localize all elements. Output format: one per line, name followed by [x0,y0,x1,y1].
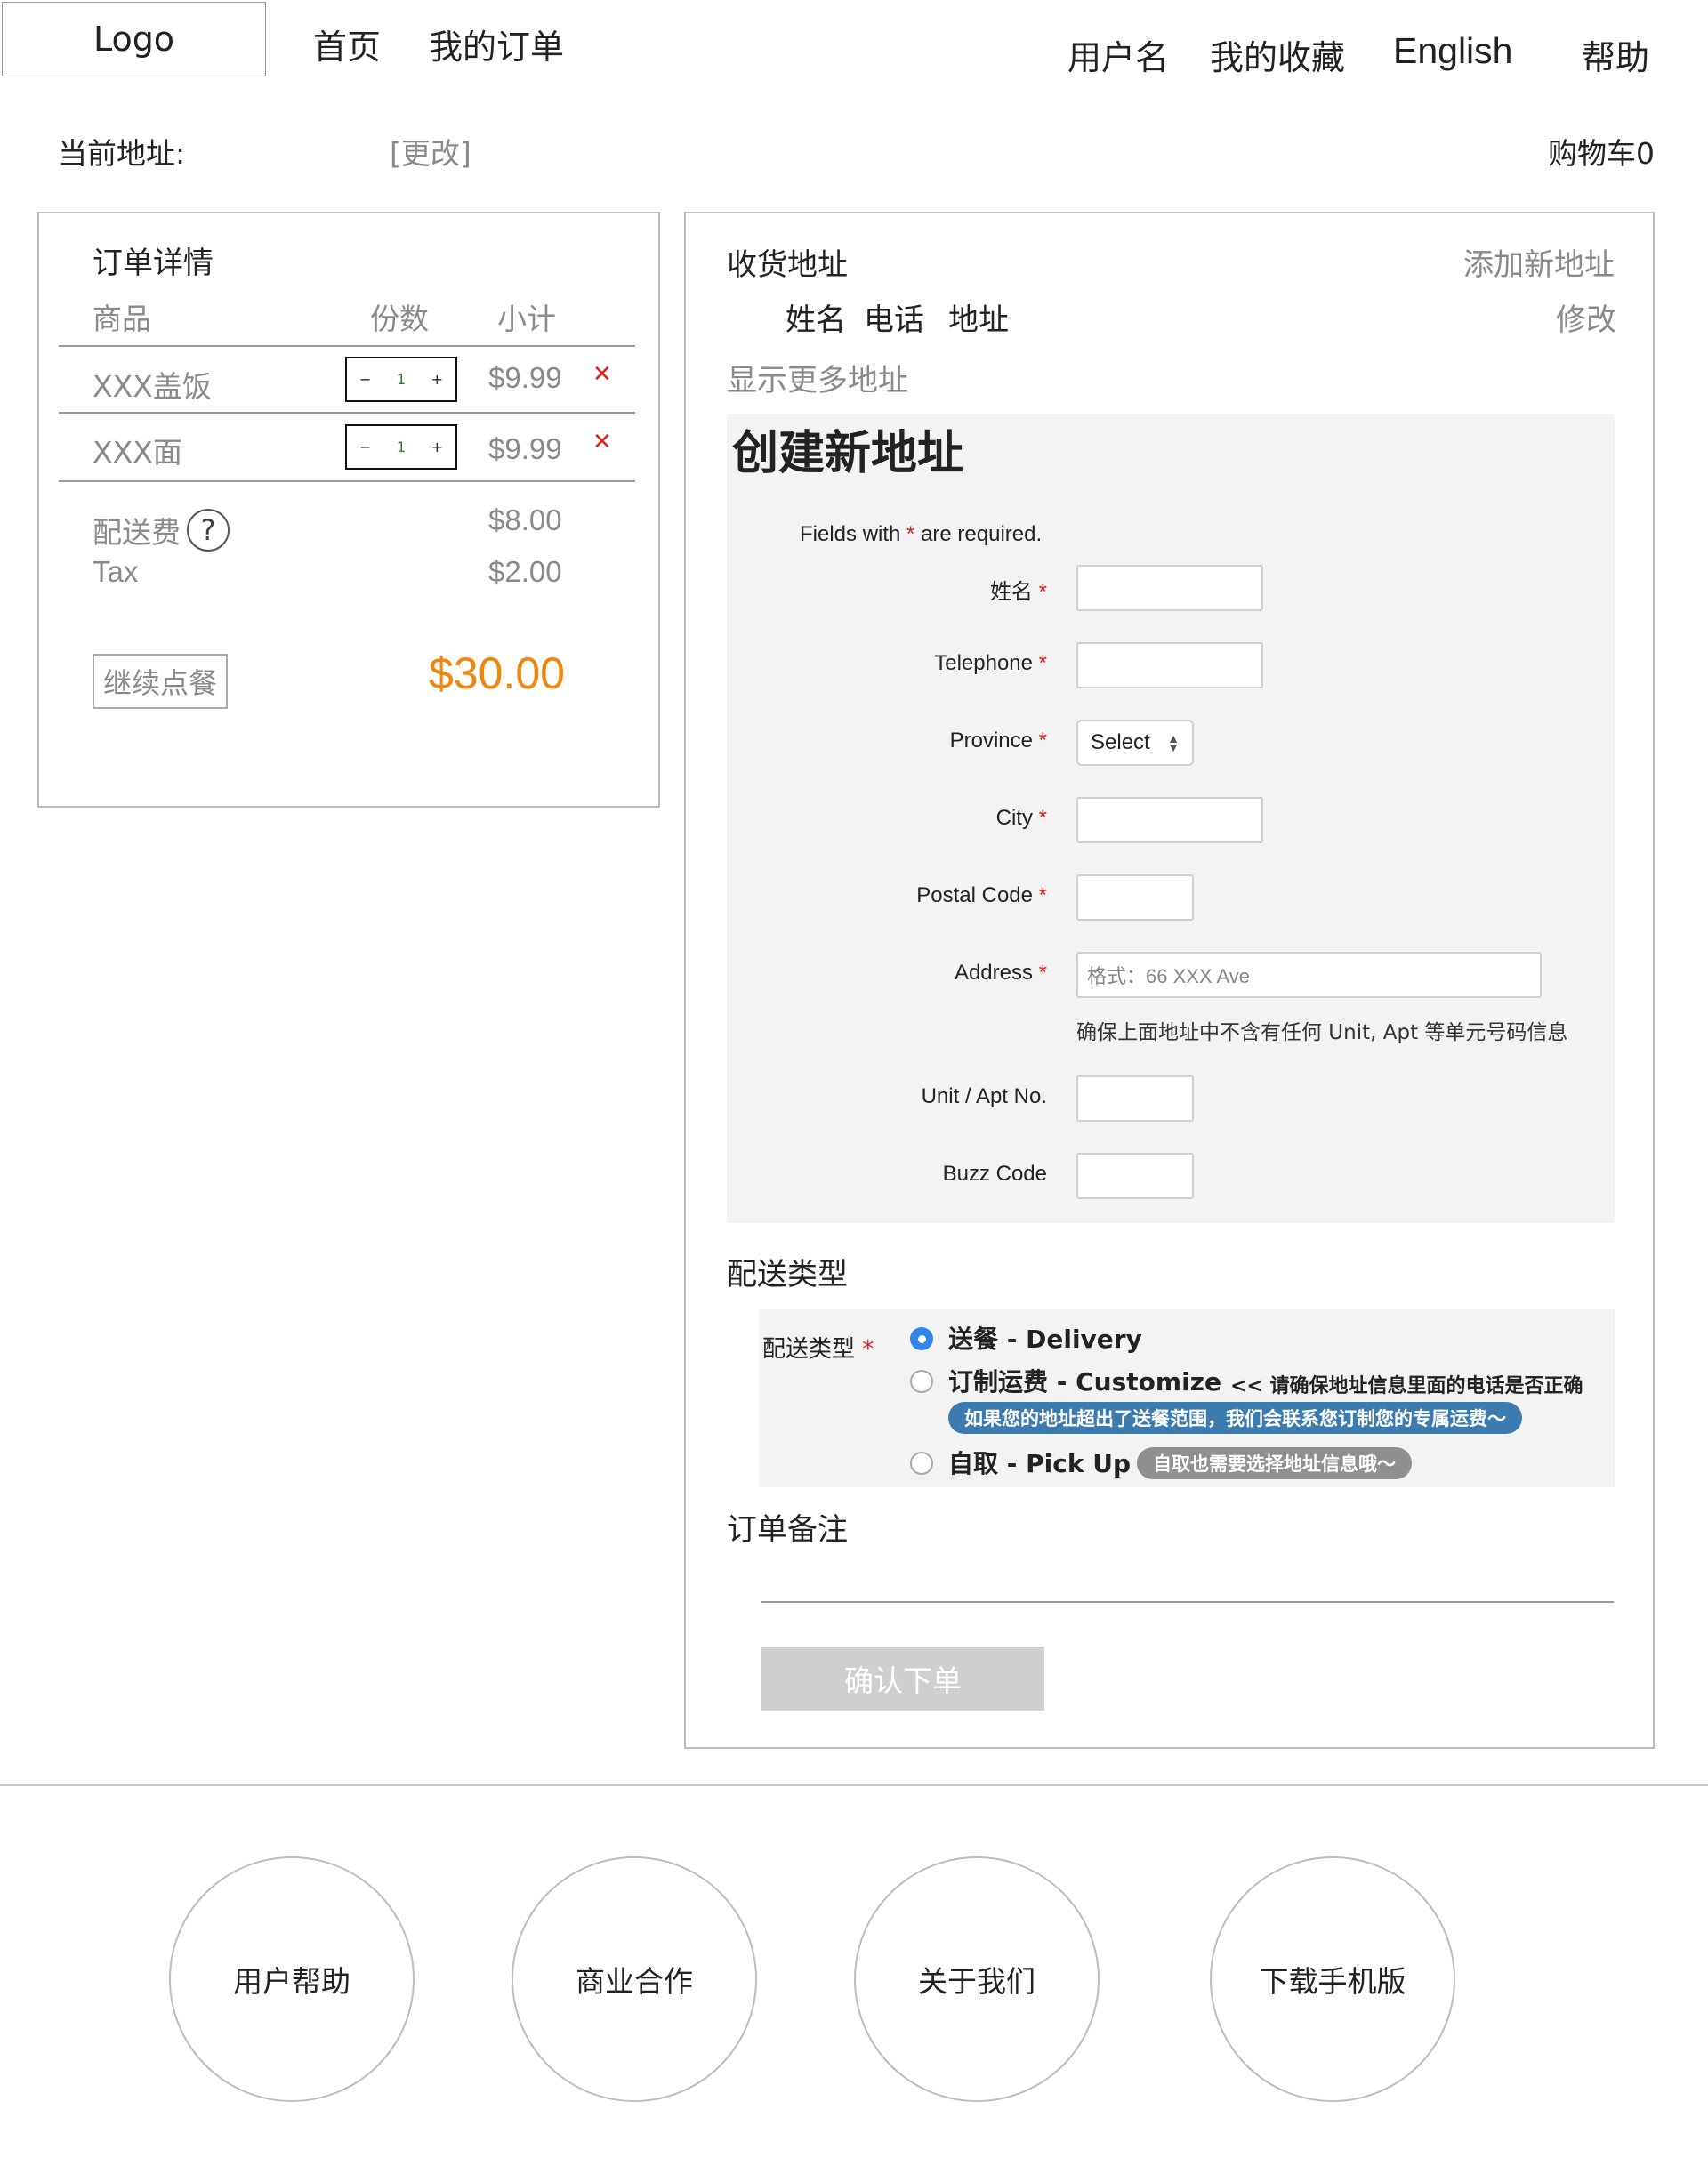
name-field[interactable] [1076,565,1263,611]
item-price: $9.99 [488,361,562,394]
divider [59,345,635,347]
pickup-radio[interactable] [910,1452,933,1475]
col-subtotal: 小计 [497,302,556,336]
item-name: XXX面 [93,435,182,470]
address-label: Address * [954,961,1047,985]
minus-button[interactable]: − [359,439,371,455]
unit-field[interactable] [1076,1075,1194,1122]
nav-favorites[interactable]: 我的收藏 [1210,30,1345,79]
current-address-label: 当前地址: [58,136,186,171]
footer-divider [0,1784,1708,1786]
customize-radio[interactable] [910,1370,933,1393]
order-details-panel: 订单详情 商品 份数 小计 XXX盖饭 − 1 + $9.99 ✕ XXX面 −… [37,212,660,808]
new-address-form: 创建新地址 Fields with * are required. 姓名 * T… [727,414,1615,1223]
remove-item-icon[interactable]: ✕ [592,429,612,455]
customize-info-badge: 如果您的地址超出了送餐范围，我们会联系您订制您的专属运费～ [948,1402,1522,1434]
delivery-radio[interactable] [910,1327,933,1350]
name-label: 姓名 * [989,580,1047,604]
select-arrows-icon: ▲ ▼ [1167,731,1180,754]
delivery-type-title: 配送类型 [727,1257,848,1292]
quantity-stepper[interactable]: − 1 + [345,357,457,402]
nav-language[interactable]: English [1393,30,1512,72]
confirm-order-button[interactable]: 确认下单 [761,1647,1044,1711]
tax-label: Tax [93,555,139,588]
change-address-link[interactable]: [更改] [390,130,471,173]
divider [59,412,635,414]
province-select[interactable]: Select ▲ ▼ [1076,720,1194,766]
address-field[interactable]: 格式：66 XXX Ave [1076,952,1542,998]
remove-item-icon[interactable]: ✕ [592,361,612,388]
telephone-field[interactable] [1076,642,1263,688]
order-details-title: 订单详情 [93,246,214,281]
buzz-code-label: Buzz Code [942,1162,1047,1186]
saved-address-addr: 地址 [948,302,1009,338]
footer-download-app[interactable]: 下载手机版 [1210,1856,1455,2102]
footer-about-us[interactable]: 关于我们 [854,1856,1100,2102]
order-notes-input[interactable] [761,1601,1614,1603]
telephone-label: Telephone * [934,651,1047,675]
item-price: $9.99 [488,432,562,465]
delivery-option-label[interactable]: 送餐 - Delivery [948,1320,1142,1356]
customize-note: << 请确保地址信息里面的电话是否正确 [1230,1375,1583,1397]
item-name: XXX盖饭 [93,369,212,404]
nav-my-orders[interactable]: 我的订单 [429,20,564,68]
divider [59,480,635,482]
unit-label: Unit / Apt No. [921,1084,1047,1108]
customize-option-label[interactable]: 订制运费 - Customize [948,1363,1221,1398]
col-qty: 份数 [370,302,429,336]
quantity-value: 1 [396,439,407,455]
minus-button[interactable]: − [359,371,371,388]
shipping-panel: 收货地址 添加新地址 姓名 电话 地址 修改 显示更多地址 创建新地址 Fiel… [684,212,1655,1749]
logo[interactable]: Logo [2,2,266,76]
postal-code-field[interactable] [1076,874,1194,921]
help-icon[interactable]: ? [187,509,230,552]
cart-link[interactable]: 购物车0 [1548,130,1655,173]
delivery-fee-label: 配送费 [93,515,181,550]
address-hint: 确保上面地址中不含有任何 Unit, Apt 等单元号码信息 [1076,1021,1568,1044]
pickup-info-badge: 自取也需要选择地址信息哦～ [1137,1447,1412,1479]
quantity-stepper[interactable]: − 1 + [345,424,457,470]
order-notes-title: 订单备注 [727,1512,848,1548]
plus-button[interactable]: + [431,371,443,388]
shipping-title: 收货地址 [727,247,848,283]
nav-help[interactable]: 帮助 [1582,30,1649,79]
buzz-code-field[interactable] [1076,1153,1194,1199]
col-item: 商品 [93,302,151,336]
city-field[interactable] [1076,797,1263,843]
order-total: $30.00 [429,648,565,698]
saved-address-name: 姓名 [786,302,846,338]
postal-code-label: Postal Code * [916,883,1047,907]
required-note: Fields with * are required. [800,522,1043,546]
nav-username[interactable]: 用户名 [1068,30,1169,79]
edit-address-link[interactable]: 修改 [1556,295,1616,339]
add-new-address-link[interactable]: 添加新地址 [1463,240,1615,284]
continue-ordering-button[interactable]: 继续点餐 [93,654,229,709]
new-address-title: 创建新地址 [732,427,964,480]
quantity-value: 1 [396,371,407,388]
delivery-fee-value: $8.00 [488,503,562,536]
saved-address-phone: 电话 [864,302,924,338]
city-label: City * [995,806,1047,830]
province-label: Province * [949,729,1047,753]
footer-user-help[interactable]: 用户帮助 [169,1856,415,2102]
pickup-option-label[interactable]: 自取 - Pick Up [948,1445,1131,1480]
delivery-type-box: 配送类型 * 送餐 - Delivery 订制运费 - Customize <<… [759,1309,1615,1487]
show-more-addresses-link[interactable]: 显示更多地址 [727,356,908,399]
footer-business[interactable]: 商业合作 [512,1856,757,2102]
tax-value: $2.00 [488,555,562,588]
delivery-type-label: 配送类型 * [762,1336,874,1363]
plus-button[interactable]: + [431,439,443,455]
nav-home[interactable]: 首页 [313,20,381,68]
